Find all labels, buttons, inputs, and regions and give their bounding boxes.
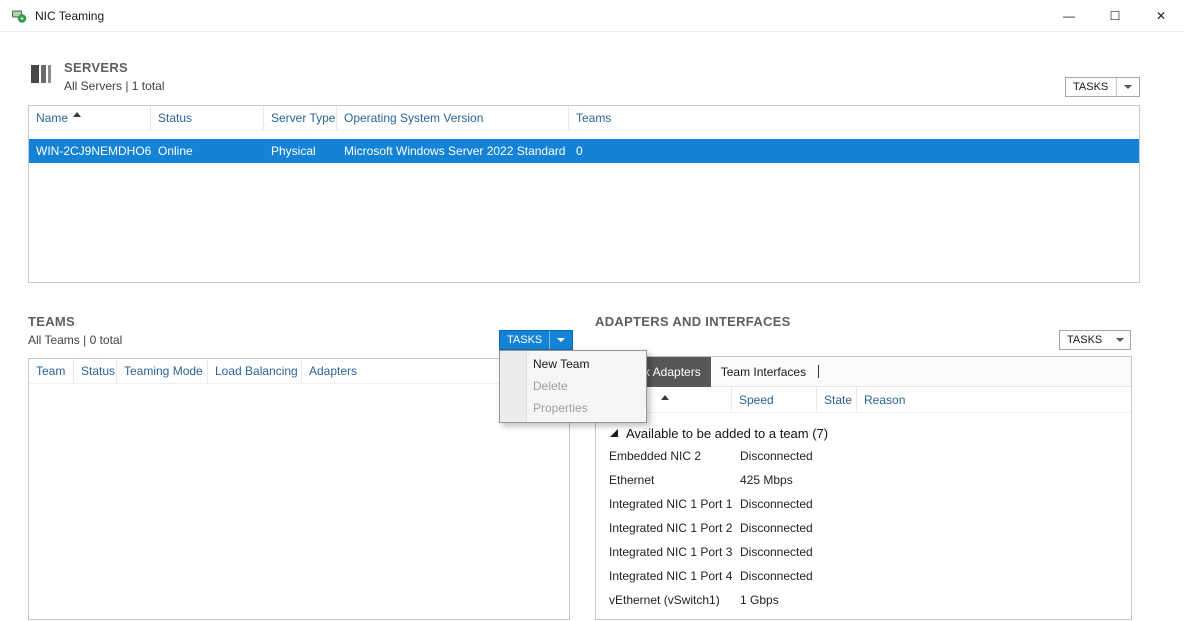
window-controls: — ☐ ✕ xyxy=(1046,0,1184,31)
servers-subtitle: All Servers | 1 total xyxy=(64,79,165,93)
maximize-button[interactable]: ☐ xyxy=(1092,0,1138,31)
column-header-status[interactable]: Status xyxy=(151,106,264,130)
servers-titles: SERVERS All Servers | 1 total xyxy=(64,60,165,93)
teams-tasks-button[interactable]: TASKS xyxy=(499,330,573,350)
title-bar: NIC Teaming — ☐ ✕ xyxy=(0,0,1184,32)
column-header-teams[interactable]: Teams xyxy=(569,106,1139,130)
menu-item-properties: Properties xyxy=(500,397,646,419)
adapter-name: Integrated NIC 1 Port 1-1 xyxy=(596,497,732,511)
teams-tasks-label: TASKS xyxy=(507,334,542,346)
adapter-name: Integrated NIC 1 Port 4-1 xyxy=(596,569,732,583)
column-header-team-status[interactable]: Status xyxy=(74,359,117,383)
servers-section-header: SERVERS All Servers | 1 total xyxy=(28,60,165,93)
column-header-teaming-mode[interactable]: Teaming Mode xyxy=(117,359,208,383)
servers-table: Name Status Server Type Operating System… xyxy=(28,105,1140,283)
adapter-speed: Disconnected xyxy=(732,545,817,559)
adapter-name: vEthernet (vSwitch1) xyxy=(596,593,732,607)
servers-tasks-button[interactable]: TASKS xyxy=(1065,77,1140,97)
adapter-speed: 425 Mbps xyxy=(732,473,817,487)
chevron-down-icon xyxy=(557,338,565,342)
column-header-server-type[interactable]: Server Type xyxy=(264,106,337,130)
teams-title: TEAMS xyxy=(28,314,122,329)
server-name: WIN-2CJ9NEMDHO6 xyxy=(36,144,151,158)
server-os-version: Microsoft Windows Server 2022 Standard xyxy=(337,144,569,158)
text-caret xyxy=(818,365,819,378)
adapters-panel: Network Adapters Team Interfaces Speed S… xyxy=(595,356,1132,620)
adapter-speed: Disconnected xyxy=(732,497,817,511)
adapter-row[interactable]: Integrated NIC 1 Port 1-1 Disconnected xyxy=(596,492,1131,516)
adapter-row[interactable]: Ethernet 425 Mbps xyxy=(596,468,1131,492)
teams-table-header: Team Status Teaming Mode Load Balancing … xyxy=(29,359,569,384)
sort-asc-icon xyxy=(73,112,81,117)
adapter-speed: Disconnected xyxy=(732,521,817,535)
close-button[interactable]: ✕ xyxy=(1138,0,1184,31)
menu-item-delete: Delete xyxy=(500,375,646,397)
adapter-row[interactable]: Integrated NIC 1 Port 3-1 Disconnected xyxy=(596,540,1131,564)
adapters-tab-bar: Network Adapters Team Interfaces xyxy=(596,357,1131,387)
servers-title: SERVERS xyxy=(64,60,165,75)
column-header-state[interactable]: State xyxy=(817,387,857,412)
server-type: Physical xyxy=(264,144,337,158)
servers-table-header: Name Status Server Type Operating System… xyxy=(29,106,1139,131)
button-divider xyxy=(1116,78,1117,96)
column-header-reason[interactable]: Reason xyxy=(857,387,1131,412)
adapter-row[interactable]: Integrated NIC 1 Port 4-1 Disconnected xyxy=(596,564,1131,588)
server-name-cell: WIN-2CJ9NEMDHO6 ↑ xyxy=(29,144,151,158)
server-status: Online xyxy=(151,144,264,158)
menu-item-new-team[interactable]: New Team xyxy=(500,353,646,375)
adapter-row[interactable]: vEthernet (vSwitch1) 1 Gbps xyxy=(596,588,1131,612)
sort-asc-icon xyxy=(661,395,669,400)
column-header-speed[interactable]: Speed xyxy=(732,387,817,412)
adapter-speed: Disconnected xyxy=(732,569,817,583)
column-header-os-version[interactable]: Operating System Version xyxy=(337,106,569,130)
adapter-row[interactable]: Embedded NIC 2 Disconnected xyxy=(596,444,1131,468)
adapter-name: Integrated NIC 1 Port 3-1 xyxy=(596,545,732,559)
column-header-team[interactable]: Team xyxy=(29,359,74,383)
minimize-button[interactable]: — xyxy=(1046,0,1092,31)
button-divider xyxy=(549,331,550,349)
teams-titles: TEAMS All Teams | 0 total xyxy=(28,314,122,347)
column-header-name[interactable]: Name xyxy=(29,106,151,130)
teams-tasks-menu: New Team Delete Properties xyxy=(499,350,647,423)
teams-table: Team Status Teaming Mode Load Balancing … xyxy=(28,358,570,620)
adapter-group-row[interactable]: Available to be added to a team (7) xyxy=(596,422,1131,444)
column-header-load-balancing[interactable]: Load Balancing xyxy=(208,359,302,383)
adapter-name: Ethernet xyxy=(596,473,732,487)
adapter-name: Embedded NIC 2 xyxy=(596,449,732,463)
adapter-group-label: Available to be added to a team (7) xyxy=(626,426,828,441)
teams-section-header: TEAMS All Teams | 0 total xyxy=(28,314,122,347)
tab-team-interfaces[interactable]: Team Interfaces xyxy=(711,357,816,387)
adapters-table-header: Speed State Reason xyxy=(596,387,1131,413)
adapter-name: Integrated NIC 1 Port 2-1 xyxy=(596,521,732,535)
window-title: NIC Teaming xyxy=(35,9,104,23)
column-header-name-label: Name xyxy=(36,111,68,125)
chevron-down-icon xyxy=(1124,85,1132,89)
adapters-title: ADAPTERS AND INTERFACES xyxy=(595,314,791,329)
teams-subtitle: All Teams | 0 total xyxy=(28,333,122,347)
server-row[interactable]: WIN-2CJ9NEMDHO6 ↑ Online Physical Micros… xyxy=(29,139,1139,163)
servers-tasks-label: TASKS xyxy=(1073,81,1108,93)
nic-teaming-window: NIC Teaming — ☐ ✕ SERVERS All Servers | … xyxy=(0,0,1184,621)
adapter-speed: Disconnected xyxy=(732,449,817,463)
adapter-row[interactable]: Integrated NIC 1 Port 2-1 Disconnected xyxy=(596,516,1131,540)
adapters-tasks-button[interactable]: TASKS xyxy=(1059,330,1131,350)
group-expanded-triangle-icon xyxy=(610,429,618,437)
chevron-down-icon xyxy=(1116,338,1124,342)
adapters-tasks-label: TASKS xyxy=(1067,334,1102,346)
nic-teaming-app-icon xyxy=(11,8,27,24)
servers-icon xyxy=(28,61,54,87)
adapter-speed: 1 Gbps xyxy=(732,593,817,607)
server-teams-count: 0 xyxy=(569,144,1139,158)
adapters-section-header: ADAPTERS AND INTERFACES xyxy=(595,314,791,329)
